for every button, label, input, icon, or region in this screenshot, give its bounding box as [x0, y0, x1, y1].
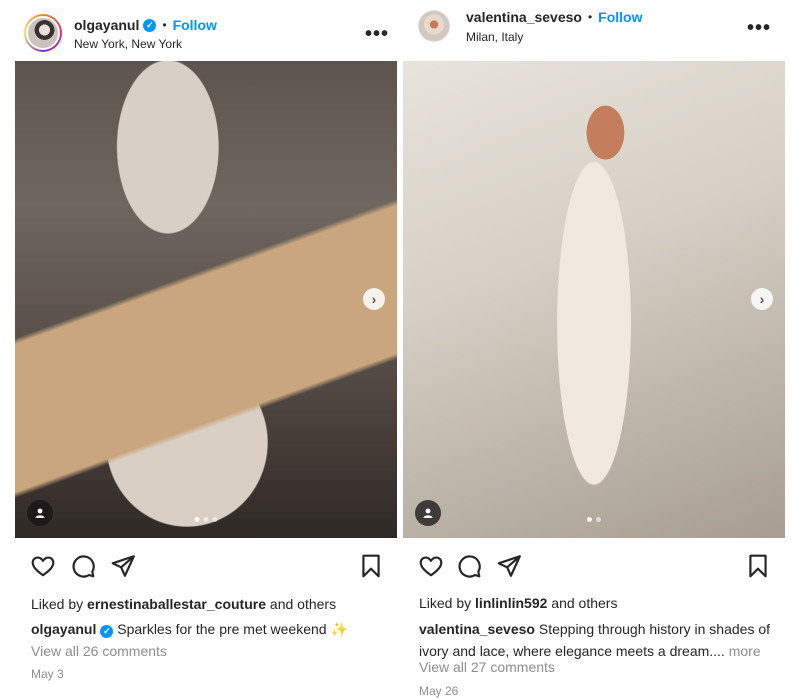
post-header: olgayanul ✓ • Follow New York, New York … — [15, 0, 397, 60]
sparkles-emoji: ✨ — [330, 621, 348, 637]
more-options-icon[interactable]: ••• — [365, 24, 389, 44]
carousel-dot — [203, 517, 209, 522]
caption-username[interactable]: olgayanul — [31, 621, 96, 637]
avatar[interactable] — [24, 14, 62, 52]
heart-icon[interactable] — [30, 553, 56, 584]
heart-icon[interactable] — [418, 553, 444, 584]
caption: olgayanul ✓ Sparkles for the pre met week… — [31, 618, 391, 640]
liked-by-user[interactable]: ernestinaballestar_couture — [87, 596, 266, 612]
post-image[interactable]: › — [15, 61, 397, 538]
follow-button[interactable]: Follow — [598, 9, 642, 25]
bookmark-icon[interactable] — [745, 553, 771, 584]
comment-icon[interactable] — [70, 553, 96, 584]
post-valentina-seveso: valentina_seveso • Follow Milan, Italy •… — [403, 0, 785, 700]
send-icon[interactable] — [496, 553, 522, 584]
username[interactable]: valentina_seveso — [466, 9, 582, 25]
view-comments-link[interactable]: View all 26 comments — [31, 643, 167, 659]
separator-dot: • — [162, 18, 167, 32]
post-date[interactable]: May 3 — [31, 667, 64, 681]
follow-button[interactable]: Follow — [173, 17, 217, 33]
liked-by: Liked by ernestinaballestar_couture and … — [31, 596, 336, 612]
avatar-image — [26, 16, 60, 50]
more-options-icon[interactable]: ••• — [747, 18, 771, 38]
post-actions — [403, 553, 785, 583]
caption-username[interactable]: valentina_seveso — [419, 621, 535, 637]
liked-by: Liked by linlinlin592 and others — [419, 595, 617, 611]
post-header: valentina_seveso • Follow Milan, Italy •… — [403, 0, 785, 60]
liked-by-suffix[interactable]: and others — [551, 595, 617, 611]
caption-text: Sparkles for the pre met weekend — [117, 621, 327, 637]
liked-by-prefix: Liked by — [31, 596, 84, 612]
chevron-right-icon[interactable]: › — [363, 288, 385, 310]
bookmark-icon[interactable] — [358, 553, 384, 584]
avatar-image — [418, 10, 450, 42]
location-link[interactable]: New York, New York — [74, 37, 182, 51]
verified-badge-icon: ✓ — [100, 625, 114, 638]
liked-by-suffix[interactable]: and others — [270, 596, 336, 612]
verified-badge-icon: ✓ — [143, 18, 157, 32]
carousel-indicator — [587, 517, 601, 522]
post-date[interactable]: May 26 — [419, 684, 458, 698]
liked-by-prefix: Liked by — [419, 595, 472, 611]
view-comments-link[interactable]: View all 27 comments — [419, 659, 555, 675]
carousel-dot — [194, 517, 200, 522]
send-icon[interactable] — [110, 553, 136, 584]
carousel-dot — [587, 517, 592, 522]
caption-more-link[interactable]: more — [729, 643, 761, 659]
username[interactable]: olgayanul — [74, 17, 139, 33]
post-image[interactable]: › — [403, 61, 785, 538]
carousel-indicator — [194, 517, 218, 522]
user-tag-icon[interactable] — [27, 500, 53, 526]
chevron-right-icon[interactable]: › — [751, 288, 773, 310]
username-row: olgayanul ✓ • Follow — [74, 17, 217, 33]
comment-icon[interactable] — [456, 553, 482, 584]
post-olgayanul: olgayanul ✓ • Follow New York, New York … — [15, 0, 397, 700]
caption: valentina_seveso Stepping through histor… — [419, 618, 785, 662]
post-actions — [15, 553, 397, 583]
liked-by-user[interactable]: linlinlin592 — [475, 595, 547, 611]
location-link[interactable]: Milan, Italy — [466, 30, 523, 44]
avatar[interactable] — [418, 10, 450, 42]
carousel-dot — [212, 517, 218, 522]
user-tag-icon[interactable] — [415, 500, 441, 526]
separator-dot: • — [587, 10, 593, 24]
username-row: valentina_seveso • Follow — [466, 9, 643, 25]
carousel-dot — [596, 517, 601, 522]
